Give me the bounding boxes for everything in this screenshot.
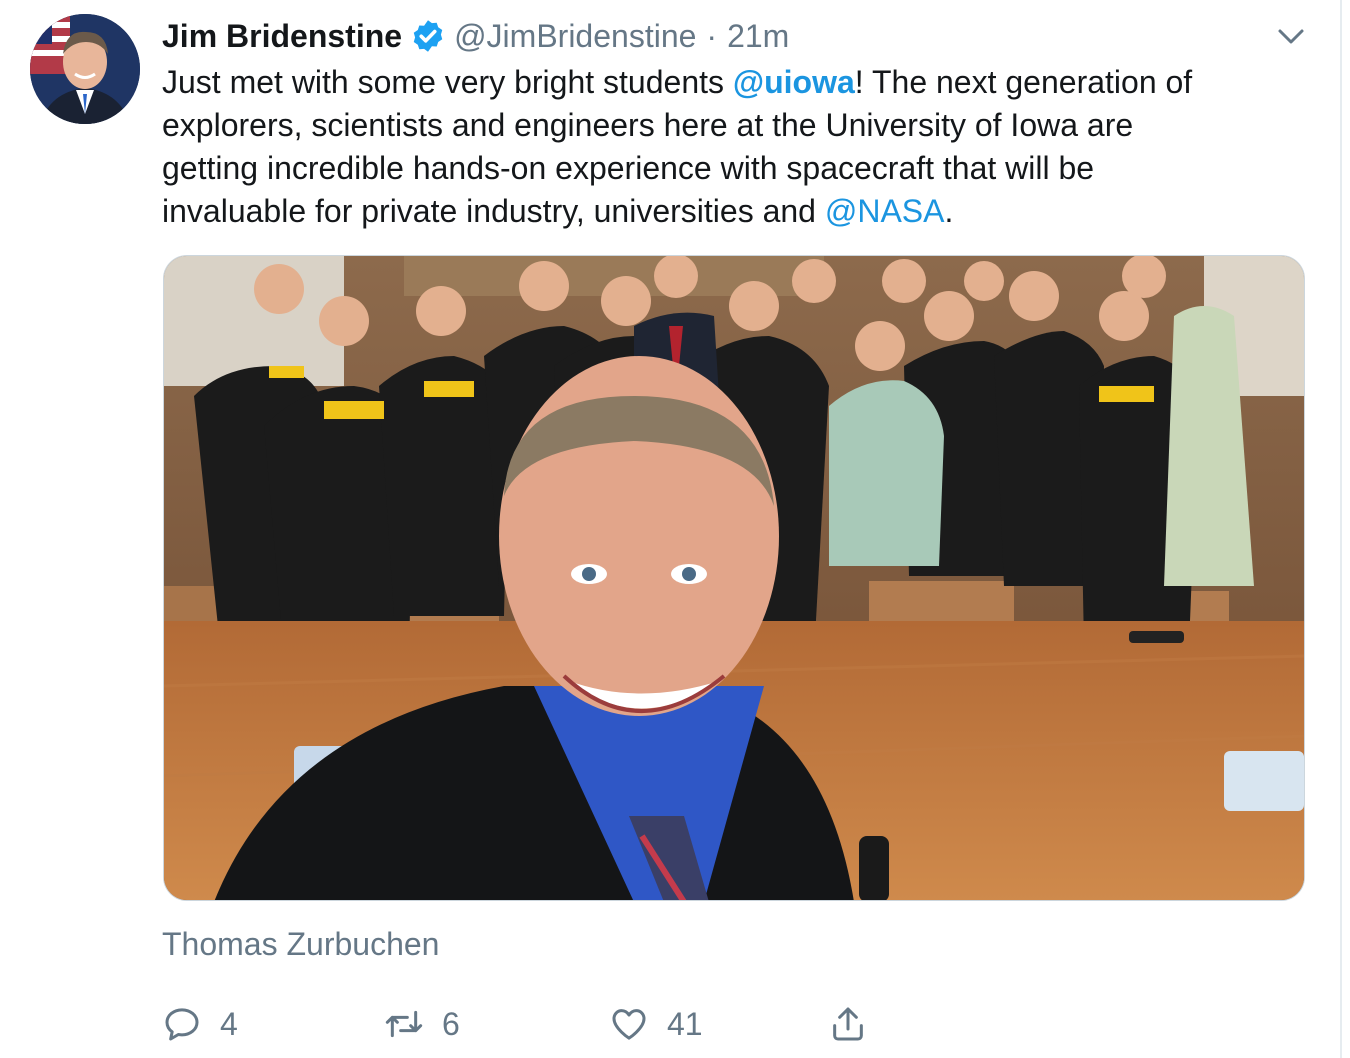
tweet-text-line: Just met with some very bright students … <box>162 61 1312 104</box>
mention-uiowa-link[interactable]: @uiowa <box>733 64 855 100</box>
author-avatar[interactable] <box>30 14 140 124</box>
tweet-text: Just met with some very bright students … <box>162 61 1312 233</box>
reply-button[interactable]: 4 <box>162 1000 238 1048</box>
retweet-count: 6 <box>442 1005 460 1042</box>
verified-badge-icon <box>413 20 443 52</box>
reply-icon <box>165 1008 199 1041</box>
tweet-text-line: getting incredible hands-on experience w… <box>162 150 1095 186</box>
header-separator: · <box>706 17 718 54</box>
timeline-column-border <box>1340 0 1342 1058</box>
tagged-user-link[interactable]: Thomas Zurbuchen <box>162 926 439 963</box>
tweet-text-line: explorers, scientists and engineers here… <box>162 107 1134 143</box>
avatar-image <box>30 14 140 124</box>
tweet-timestamp[interactable]: 21m <box>727 18 789 55</box>
tweet-text-line: invaluable for private industry, univers… <box>162 190 1312 233</box>
text-segment: . <box>944 193 954 229</box>
like-count: 41 <box>667 1005 703 1042</box>
mention-nasa-link[interactable]: @NASA <box>825 193 945 229</box>
chevron-down-icon[interactable] <box>1274 22 1308 52</box>
tweet-header: Jim Bridenstine @JimBridenstine · 21m <box>162 14 789 58</box>
tweet-action-bar: 4 6 41 <box>162 1000 882 1048</box>
retweet-button[interactable]: 6 <box>384 1000 460 1048</box>
author-handle[interactable]: @JimBridenstine <box>454 18 696 55</box>
share-icon <box>833 1007 863 1041</box>
share-button[interactable] <box>828 1000 886 1048</box>
tweet-photo[interactable] <box>163 255 1305 901</box>
text-segment: ! The next generation of <box>854 64 1193 100</box>
reply-count: 4 <box>220 1005 238 1042</box>
selfie-photo-image <box>164 256 1304 900</box>
text-segment: invaluable for private industry, univers… <box>162 193 825 229</box>
author-name[interactable]: Jim Bridenstine <box>162 18 402 55</box>
retweet-icon <box>385 1010 423 1038</box>
text-segment: Just met with some very bright students <box>162 64 733 100</box>
like-button[interactable]: 41 <box>609 1000 703 1048</box>
heart-icon <box>612 1009 646 1040</box>
